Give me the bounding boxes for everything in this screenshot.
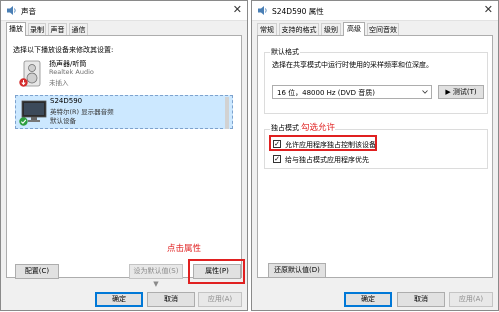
configure-button[interactable]: 配置(C) bbox=[15, 264, 59, 279]
device-status: 未插入 bbox=[49, 79, 69, 87]
speaker-app-icon bbox=[7, 6, 16, 15]
test-button[interactable]: ▶ 测试(T) bbox=[438, 85, 484, 99]
device-properties-dialog: S24D590 属性 ✕ 常规 支持的格式 级别 高级 空间音效 默认格式 选择… bbox=[251, 0, 499, 311]
cancel-button[interactable]: 取消 bbox=[147, 292, 195, 307]
default-format-label: 默认格式 bbox=[270, 47, 300, 57]
device-name: S24D590 bbox=[50, 97, 83, 105]
tab-strip: 常规 支持的格式 级别 高级 空间音效 bbox=[257, 22, 493, 36]
exclusive-priority-checkbox[interactable]: ✓ bbox=[273, 155, 281, 163]
tab-playback[interactable]: 播放 bbox=[6, 22, 26, 36]
close-icon[interactable]: ✕ bbox=[233, 3, 242, 16]
exclusive-mode-label: 独占模式 bbox=[270, 123, 300, 133]
speaker-app-icon bbox=[258, 6, 267, 15]
format-dropdown[interactable]: 16 位，48000 Hz (DVD 音质) bbox=[272, 85, 432, 99]
device-driver: Realtek Audio bbox=[49, 68, 94, 76]
device-item-s24d590[interactable]: S24D590 英特尔(R) 显示器音频 默认设备 bbox=[15, 95, 233, 129]
tab-supported-formats[interactable]: 支持的格式 bbox=[279, 23, 319, 35]
device-status: 默认设备 bbox=[50, 117, 76, 125]
apply-button[interactable]: 应用(A) bbox=[198, 292, 242, 307]
restore-defaults-button[interactable]: 还原默认值(D) bbox=[268, 263, 326, 278]
title-bar: 声音 ✕ bbox=[1, 1, 247, 21]
properties-highlight-box bbox=[188, 259, 245, 284]
advanced-panel: 默认格式 选择在共享模式中运行时使用的采样频率和位深度。 16 位，48000 … bbox=[257, 35, 493, 278]
tab-strip: 播放 录制 声音 通信 bbox=[6, 22, 242, 36]
tab-levels[interactable]: 级别 bbox=[321, 23, 341, 35]
tab-general[interactable]: 常规 bbox=[257, 23, 277, 35]
annotation-check-allow: 勾选允许 bbox=[301, 121, 336, 133]
title-bar: S24D590 属性 ✕ bbox=[252, 1, 498, 21]
chevron-down-icon bbox=[422, 90, 428, 94]
set-default-button[interactable]: 设为默认值(S) ▼ bbox=[129, 264, 183, 288]
exclusive-priority-label: 给与独占模式应用程序优先 bbox=[285, 156, 369, 164]
default-check-icon bbox=[19, 117, 28, 126]
cancel-button[interactable]: 取消 bbox=[397, 292, 445, 307]
sound-dialog: 声音 ✕ 播放 录制 声音 通信 选择以下播放设备来修改其设置: 扬声器/听筒 … bbox=[0, 0, 248, 311]
playback-panel: 选择以下播放设备来修改其设置: 扬声器/听筒 Realtek Audio 未插入 bbox=[6, 35, 245, 288]
exclusive-highlight-box bbox=[269, 135, 377, 151]
ok-button[interactable]: 确定 bbox=[95, 292, 143, 307]
tab-sounds[interactable]: 声音 bbox=[48, 23, 67, 35]
tab-spatial-sound[interactable]: 空间音效 bbox=[367, 23, 399, 35]
unplugged-icon bbox=[19, 78, 28, 87]
annotation-click-properties: 点击属性 bbox=[167, 244, 202, 254]
device-list-scrollbar[interactable] bbox=[225, 97, 229, 129]
ok-button[interactable]: 确定 bbox=[344, 292, 392, 307]
tab-advanced[interactable]: 高级 bbox=[343, 22, 365, 36]
window-title: 声音 bbox=[21, 7, 36, 16]
format-selected-value: 16 位，48000 Hz (DVD 音质) bbox=[277, 89, 375, 97]
default-format-description: 选择在共享模式中运行时使用的采样频率和位深度。 bbox=[272, 61, 433, 69]
device-item-speakers[interactable]: 扬声器/听筒 Realtek Audio 未插入 bbox=[15, 58, 233, 92]
window-title: S24D590 属性 bbox=[272, 7, 324, 16]
tab-communications[interactable]: 通信 bbox=[69, 23, 88, 35]
apply-button[interactable]: 应用(A) bbox=[449, 292, 493, 307]
tab-recording[interactable]: 录制 bbox=[28, 23, 46, 35]
device-list[interactable]: 扬声器/听筒 Realtek Audio 未插入 S24D590 英特尔(R) … bbox=[13, 58, 235, 138]
close-icon[interactable]: ✕ bbox=[484, 3, 493, 16]
instruction-text: 选择以下播放设备来修改其设置: bbox=[13, 46, 114, 54]
